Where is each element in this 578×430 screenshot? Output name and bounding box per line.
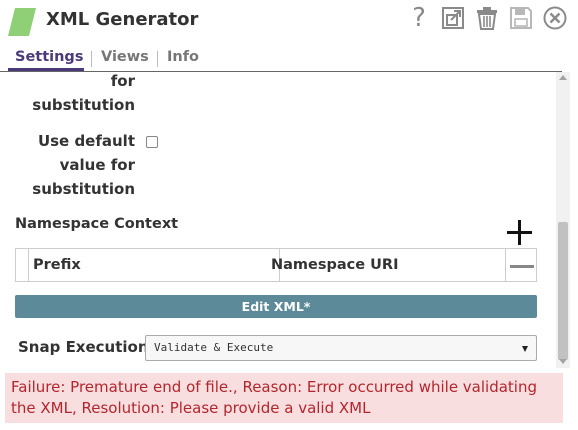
scrollbar-thumb[interactable] — [558, 222, 568, 360]
use-default-label-line1: Use default — [37, 132, 135, 150]
prev-field-label-line1: for — [110, 73, 135, 90]
tab-bar: Settings Views Info — [0, 46, 562, 72]
error-banner: Failure: Premature end of file., Reason:… — [5, 373, 563, 423]
settings-scrollbar[interactable] — [556, 72, 570, 368]
use-default-checkbox[interactable] — [146, 136, 158, 148]
row-drag-handle[interactable] — [16, 249, 29, 281]
help-icon[interactable]: ? — [402, 4, 436, 32]
scroll-up-arrow-icon[interactable] — [559, 75, 567, 80]
header-toolbar: ? — [402, 4, 572, 32]
use-default-label-line2: value for — [59, 156, 135, 174]
use-default-label-line3: substitution — [32, 180, 135, 198]
add-row-icon[interactable] — [507, 220, 532, 245]
scroll-down-arrow-icon[interactable] — [559, 359, 567, 364]
close-icon[interactable] — [538, 4, 572, 32]
tab-views[interactable]: Views — [92, 49, 158, 65]
snap-execution-label: Snap Execution — [18, 338, 149, 356]
settings-panel: for substitution Use default value for s… — [0, 73, 555, 369]
namespace-table: Prefix Namespace URI — [15, 248, 537, 282]
prev-field-label-line2: substitution — [32, 96, 135, 114]
tab-info[interactable]: Info — [158, 49, 208, 65]
error-message: Failure: Premature end of file., Reason:… — [11, 378, 538, 417]
edit-xml-button[interactable]: Edit XML* — [15, 295, 537, 318]
namespace-context-title: Namespace Context — [15, 216, 179, 232]
export-icon[interactable] — [436, 4, 470, 32]
delete-icon[interactable] — [470, 4, 504, 32]
namespace-uri-column-header[interactable]: Namespace URI — [267, 249, 506, 281]
dialog-title: XML Generator — [46, 9, 199, 30]
snap-logo-icon — [8, 8, 36, 36]
tab-settings[interactable]: Settings — [6, 49, 92, 65]
dialog-header: XML Generator ? — [0, 0, 578, 42]
snap-execution-select[interactable]: Validate & Execute — [145, 335, 537, 361]
dropdown-arrow-icon — [522, 346, 528, 352]
save-icon[interactable] — [504, 4, 538, 32]
active-tab-indicator — [8, 68, 84, 71]
snap-execution-value: Validate & Execute — [154, 341, 274, 354]
prefix-column-header[interactable]: Prefix — [29, 249, 280, 281]
remove-row-icon[interactable] — [510, 265, 534, 268]
